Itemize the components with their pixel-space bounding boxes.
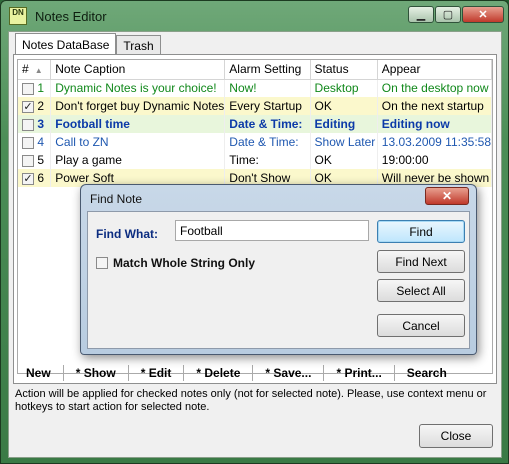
- new-button[interactable]: New: [14, 365, 64, 381]
- minimize-icon[interactable]: ▁: [408, 6, 434, 23]
- find-button[interactable]: Find: [377, 220, 465, 243]
- column-header-appear[interactable]: Appear: [377, 60, 492, 80]
- find-what-input[interactable]: [175, 220, 369, 241]
- find-what-label: Find What:: [96, 227, 158, 241]
- row-caption: Play a game: [50, 151, 226, 169]
- row-alarm: Date & Time:: [224, 115, 311, 133]
- table-row[interactable]: 4 Call to ZN Date & Time: Show Later 13.…: [18, 133, 492, 151]
- window-title: Notes Editor: [35, 9, 107, 24]
- row-number: 4: [37, 135, 45, 149]
- table-header-row: # ▲ Note Caption Alarm Setting Status App…: [18, 60, 492, 80]
- tab-strip: Notes DataBase Trash: [15, 33, 161, 55]
- row-number: 1: [37, 81, 45, 96]
- column-header-caption[interactable]: Note Caption: [50, 60, 226, 80]
- row-number: 3: [37, 117, 45, 131]
- table-row[interactable]: 5 Play a game Time: OK 19:00:00: [18, 151, 492, 169]
- table-row[interactable]: 1 Dynamic Notes is your choice! Now! Des…: [18, 79, 492, 97]
- close-icon[interactable]: ✕: [425, 187, 469, 205]
- row-number: 6: [37, 171, 45, 185]
- row-checkbox[interactable]: ✓: [22, 172, 34, 185]
- cancel-button[interactable]: Cancel: [377, 314, 465, 337]
- row-appear: 13.03.2009 11:35:58: [377, 133, 492, 151]
- save-button[interactable]: * Save...: [253, 365, 325, 381]
- row-appear: On the desktop now: [377, 79, 492, 97]
- row-caption: Don't forget buy Dynamic Notes: [50, 97, 226, 115]
- row-caption: Dynamic Notes is your choice!: [50, 79, 226, 97]
- row-alarm: Now!: [224, 79, 311, 97]
- search-button[interactable]: Search: [395, 365, 459, 381]
- row-checkbox[interactable]: [22, 154, 34, 167]
- dialog-title: Find Note: [90, 192, 143, 206]
- row-checkbox[interactable]: ✓: [22, 100, 34, 113]
- row-caption: Football time: [50, 115, 226, 133]
- row-checkbox[interactable]: [22, 83, 34, 96]
- maximize-icon[interactable]: ▢: [435, 6, 461, 23]
- close-button[interactable]: Close: [419, 424, 493, 448]
- row-status: Desktop: [310, 79, 378, 97]
- row-status: Show Later: [310, 133, 378, 151]
- row-number: 2: [37, 99, 45, 113]
- row-number: 5: [37, 153, 45, 167]
- row-appear: 19:00:00: [377, 151, 492, 169]
- row-appear: Editing now: [377, 115, 492, 133]
- row-status: Editing: [310, 115, 378, 133]
- match-whole-string-checkbox[interactable]: Match Whole String Only: [96, 256, 255, 270]
- column-header-status[interactable]: Status: [310, 60, 378, 80]
- find-next-button[interactable]: Find Next: [377, 250, 465, 273]
- caption-buttons: ▁ ▢ ✕: [408, 6, 504, 23]
- checkbox-box[interactable]: [96, 257, 108, 269]
- match-whole-string-label: Match Whole String Only: [113, 256, 256, 270]
- table-row[interactable]: ✓ 2 Don't forget buy Dynamic Notes Every…: [18, 97, 492, 115]
- delete-button[interactable]: * Delete: [184, 365, 254, 381]
- select-all-button[interactable]: Select All: [377, 279, 465, 302]
- row-alarm: Every Startup: [224, 97, 311, 115]
- print-button[interactable]: * Print...: [324, 365, 395, 381]
- row-status: OK: [310, 151, 378, 169]
- column-header-number[interactable]: # ▲: [18, 60, 52, 80]
- row-checkbox[interactable]: [22, 136, 34, 149]
- sort-up-icon: ▲: [34, 66, 43, 76]
- close-icon[interactable]: ✕: [462, 6, 504, 23]
- row-alarm: Time:: [224, 151, 311, 169]
- dialog-body: Find What: Match Whole String Only Find …: [87, 211, 470, 349]
- row-status: OK: [310, 97, 378, 115]
- edit-button[interactable]: * Edit: [129, 365, 185, 381]
- show-button[interactable]: * Show: [64, 365, 129, 381]
- row-checkbox[interactable]: [22, 118, 34, 131]
- app-icon: DN: [9, 7, 27, 25]
- row-caption: Call to ZN: [50, 133, 226, 151]
- row-appear: On the next startup: [377, 97, 492, 115]
- tab-notes-database[interactable]: Notes DataBase: [15, 33, 117, 55]
- table-row[interactable]: 3 Football time Date & Time: Editing Edi…: [18, 115, 492, 133]
- help-text: Action will be applied for checked notes…: [15, 388, 487, 413]
- tab-trash[interactable]: Trash: [116, 35, 161, 55]
- column-header-alarm[interactable]: Alarm Setting: [224, 60, 311, 80]
- row-alarm: Date & Time:: [224, 133, 311, 151]
- app-icon-text: DN: [12, 8, 24, 17]
- find-note-dialog: Find Note ✕ Find What: Match Whole Strin…: [80, 184, 477, 355]
- title-bar[interactable]: DN Notes Editor ▁ ▢ ✕: [1, 1, 508, 31]
- action-toolbar: New * Show * Edit * Delete * Save... * P…: [14, 362, 498, 384]
